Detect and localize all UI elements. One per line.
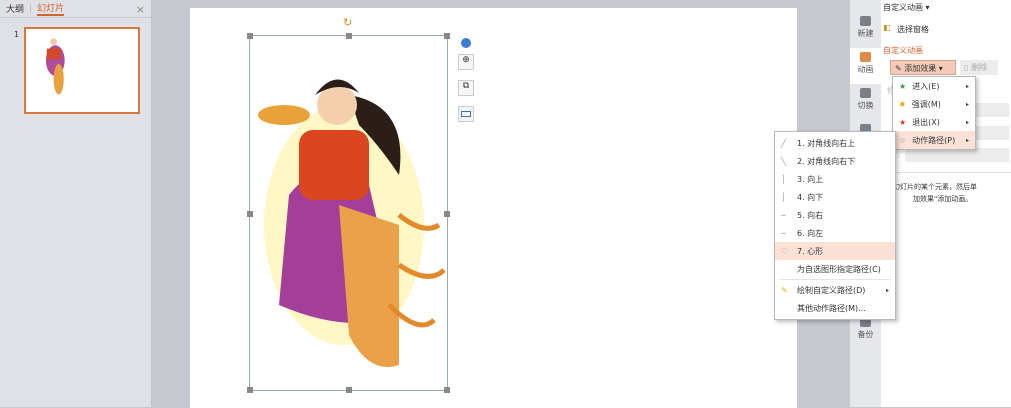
selection-box[interactable] [247,33,450,393]
path-item-left[interactable]: ─ 6. 向左 [775,224,895,242]
transition-icon [860,88,871,98]
vertical-line-icon: │ [781,174,786,184]
slide-number: 1 [14,30,20,39]
new-icon [860,16,871,26]
exit-star-icon: ★ [899,117,907,127]
collapse-icon[interactable] [461,38,471,48]
select-pane-icon: ◧ [883,23,891,32]
horizontal-line-icon: ─ [781,210,786,220]
delete-button[interactable]: ▯ 删除 [960,60,998,75]
slides-panel: 大纲 | 幻灯片 × 1 [0,0,152,407]
slide-thumbnail[interactable] [24,27,140,114]
heart-icon: ♡ [781,246,789,256]
path-item-right[interactable]: ─ 5. 向右 [775,206,895,224]
path-item-autoshape[interactable]: 为自选图形指定路径(C) [775,260,895,278]
close-icon[interactable]: × [136,3,145,16]
vtab-animation[interactable]: 动画 [850,48,881,84]
diagonal-down-icon: ╲ [781,156,786,166]
horizontal-line-icon: ─ [781,228,786,238]
vtab-transition[interactable]: 切换 [850,84,881,120]
path-item-heart[interactable]: ♡ 7. 心形 [775,242,895,260]
section-title: 自定义动画 [883,46,923,55]
menu-item-exit[interactable]: ★ 退出(X) ▸ [893,113,975,131]
vtab-new[interactable]: 新建 [850,12,881,48]
path-item-more[interactable]: 其他动作路径(M)... [775,299,895,317]
menu-item-entrance[interactable]: ★ 进入(E) ▸ [893,77,975,95]
path-item-down[interactable]: │ 4. 向下 [775,188,895,206]
motion-path-star-icon: ☆ [899,135,907,145]
add-effect-button[interactable]: ✎ 添加效果 ▾ [890,60,956,75]
entrance-star-icon: ★ [899,81,907,91]
emphasis-star-icon: ✸ [899,99,906,109]
pen-icon: ✎ [781,285,788,295]
tab-slides[interactable]: 幻灯片 [37,1,65,16]
speed-field[interactable] [905,148,1009,162]
zoom-icon[interactable]: ⊕ [458,54,474,70]
hint-text-2: 加效果"添加动画。 [913,195,973,203]
menu-item-motion-path[interactable]: ☆ 动作路径(P) ▸ [893,131,975,149]
select-pane-button[interactable]: 选择窗格 [897,24,929,35]
rotate-handle-icon[interactable]: ↻ [343,16,352,29]
tab-outline[interactable]: 大纲 [6,2,24,15]
animation-icon [860,52,871,62]
path-item-up[interactable]: │ 3. 向上 [775,170,895,188]
diagonal-up-icon: ╱ [781,138,786,148]
crop-icon[interactable]: ⧉ [458,80,474,96]
custom-animation-panel: 自定义动画 ▾ ◧ 选择窗格 自定义动画 ✎ 添加效果 ▾ ▯ 删除 修 速度:… [879,0,1011,407]
path-item-diagonal-down[interactable]: ╲ 2. 对角线向右下 [775,152,895,170]
motion-path-menu: ╱ 1. 对角线向右上 ╲ 2. 对角线向右下 │ 3. 向上 │ 4. 向下 ─ 5. … [774,131,896,320]
path-item-diagonal-up[interactable]: ╱ 1. 对角线向右上 [775,134,895,152]
menu-item-emphasis[interactable]: ✸ 强调(M) ▸ [893,95,975,113]
path-item-draw-custom[interactable]: ✎ 绘制自定义路径(D) ▸ [775,281,895,299]
panel-dropdown[interactable]: 自定义动画 ▾ [883,2,930,13]
add-effect-menu: ★ 进入(E) ▸ ✸ 强调(M) ▸ ★ 退出(X) ▸ ☆ 动作路径(P) ▸ [892,76,976,150]
vertical-line-icon: │ [781,192,786,202]
image-effect-icon[interactable] [458,106,474,122]
